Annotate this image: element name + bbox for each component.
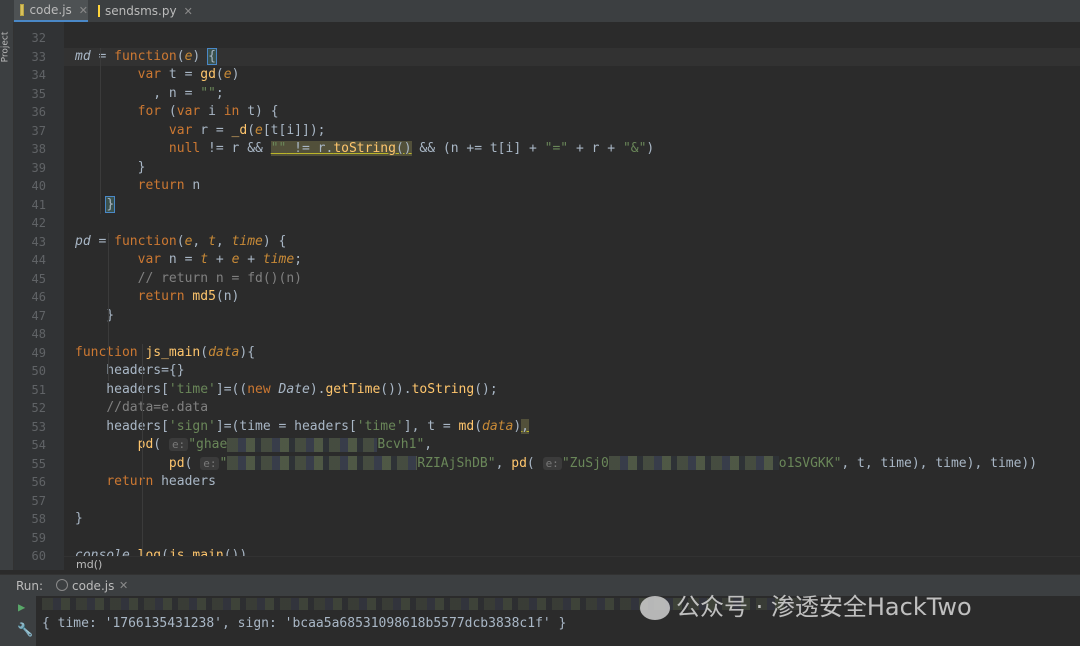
run-config-tab[interactable]: code.js (72, 579, 114, 593)
code-line[interactable]: for (var i in t) { (64, 103, 1080, 122)
code-editor[interactable]: md = function(e) { var t = gd(e) , n = "… (64, 22, 1080, 570)
code-line[interactable]: var r = _d(e[t[i]]); (64, 122, 1080, 141)
close-icon[interactable]: ✕ (119, 579, 128, 592)
code-line[interactable]: } (64, 195, 1080, 215)
code-line[interactable]: } (64, 307, 1080, 326)
line-number: 35 (31, 86, 46, 101)
line-number: 51 (31, 382, 46, 397)
line-number: 50 (31, 364, 46, 378)
code-line[interactable]: return headers (64, 473, 1080, 492)
code-line[interactable]: md = function(e) { (64, 47, 1080, 66)
python-file-icon (98, 5, 100, 17)
close-icon[interactable]: ✕ (184, 5, 193, 18)
code-line[interactable]: pd( e: " RZIAjShDB", pd( e: "ZuSj0 o1SVGKK",… (64, 455, 1080, 474)
line-number: 42 (31, 216, 46, 230)
line-number: 48 (31, 327, 46, 341)
line-number: 55 (31, 456, 46, 471)
line-number: 37 (31, 123, 46, 138)
line-number: 58 (31, 512, 46, 526)
tab-label: code.js (29, 3, 72, 17)
code-line[interactable]: headers={} (64, 362, 1080, 381)
line-number: 57 (31, 493, 46, 508)
console-output: { time: '1766135431238', sign: 'bcaa5a68… (42, 616, 567, 631)
watermark: 公众号 · 渗透安全HackTwo (640, 587, 972, 622)
line-number: 54 (31, 438, 46, 452)
line-number: 39 (31, 160, 46, 175)
line-number: 52 (31, 401, 46, 415)
code-line[interactable]: return md5(n) (64, 288, 1080, 307)
code-line[interactable] (64, 492, 1080, 511)
line-number: 53 (31, 419, 46, 434)
code-line[interactable] (64, 325, 1080, 344)
close-icon[interactable]: ✕ (79, 4, 88, 17)
code-line[interactable]: null != r && "" != r.toString() && (n +=… (64, 140, 1080, 159)
code-line[interactable]: pd = function(e, t, time) { (64, 233, 1080, 252)
code-line[interactable]: // return n = fd()(n) (64, 270, 1080, 289)
line-number: 56 (31, 475, 46, 489)
code-line[interactable]: function js_main(data){ (64, 344, 1080, 363)
line-number: 47 (31, 308, 46, 323)
code-line[interactable]: headers['time']=((new Date).getTime()).t… (64, 381, 1080, 400)
line-number: 36 (31, 105, 46, 119)
editor-tab-bar: code.js ✕ sendsms.py ✕ (0, 0, 1080, 23)
node-icon (56, 579, 68, 591)
tab-label: sendsms.py (105, 4, 177, 18)
code-line[interactable] (64, 214, 1080, 233)
line-number: 45 (31, 271, 46, 286)
code-line[interactable]: , n = ""; (64, 85, 1080, 104)
line-number: 40 (31, 179, 46, 193)
code-line[interactable]: var n = t + e + time; (64, 251, 1080, 270)
wechat-icon (640, 596, 670, 620)
breadcrumb-item[interactable]: md() (76, 558, 102, 571)
line-number: 38 (31, 142, 46, 156)
line-number: 60 (31, 549, 46, 563)
indent-guide (142, 343, 143, 570)
code-line[interactable]: pd( e: "ghae Bcvh1", (64, 436, 1080, 455)
line-number: 43 (31, 234, 46, 249)
line-number: 59 (31, 530, 46, 545)
project-tool-button[interactable]: Project (0, 32, 10, 63)
code-line[interactable]: headers['sign']=(time = headers['time'],… (64, 418, 1080, 437)
run-label: Run: (16, 579, 44, 593)
code-line[interactable]: //data=e.data (64, 399, 1080, 418)
line-number: 32 (31, 31, 46, 45)
wrench-icon[interactable]: 🔧 (17, 623, 33, 638)
line-number: 34 (31, 68, 46, 82)
code-line[interactable]: } (64, 510, 1080, 529)
tab-sendsms-py[interactable]: sendsms.py ✕ (92, 0, 193, 22)
indent-guide (100, 47, 101, 214)
code-line[interactable] (64, 529, 1080, 548)
tool-window-strip: Project (0, 22, 14, 570)
code-line[interactable]: var t = gd(e) (64, 66, 1080, 85)
line-number: 41 (31, 197, 46, 212)
code-line[interactable] (64, 29, 1080, 48)
breadcrumb[interactable]: md() (64, 556, 1080, 573)
line-number: 49 (31, 345, 46, 360)
line-number: 44 (31, 253, 46, 267)
tab-code-js[interactable]: code.js ✕ (14, 0, 88, 22)
javascript-file-icon (20, 4, 25, 16)
code-line[interactable]: return n (64, 177, 1080, 196)
line-number: 33 (31, 49, 46, 64)
line-number: 46 (31, 290, 46, 304)
run-toolbar: ▶ 🔧 (0, 596, 36, 646)
rerun-icon[interactable]: ▶ (18, 600, 25, 614)
code-line[interactable]: } (64, 159, 1080, 178)
indent-guide (108, 232, 109, 381)
line-number-gutter: 32 33 34 35 36 37 38 39 40 41 42 43 44 45 46 47 48 49 50 51… (14, 22, 64, 570)
